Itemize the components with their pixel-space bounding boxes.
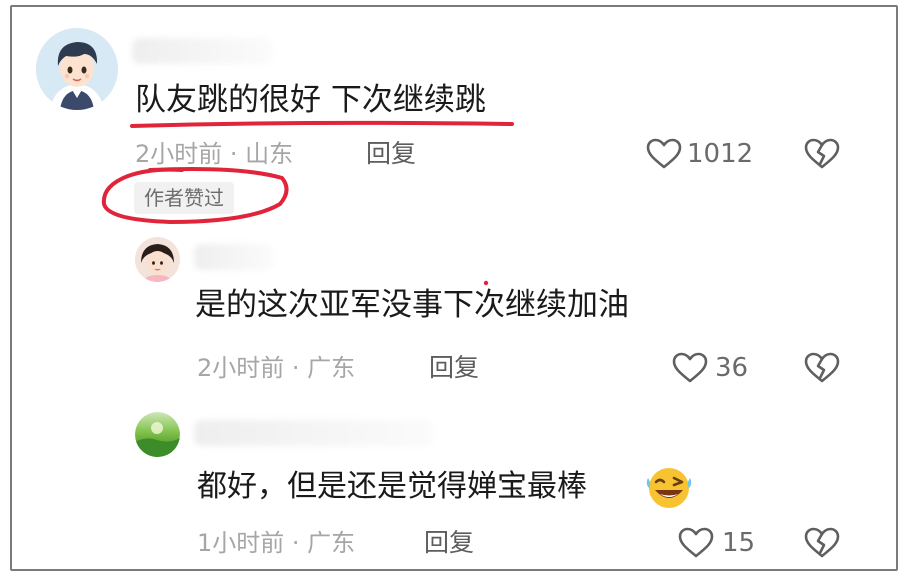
comment-time-location: 1小时前 · 广东 (197, 529, 356, 557)
like-count: 15 (722, 528, 756, 558)
laughing-wink-emoji-icon (644, 464, 694, 514)
like-count: 1012 (687, 139, 754, 169)
avatar[interactable] (135, 412, 180, 457)
reply-button[interactable]: 回复 (429, 352, 479, 384)
boy-avatar-icon (36, 28, 118, 110)
nature-avatar-icon (135, 412, 180, 457)
username-blurred[interactable] (194, 244, 274, 270)
username-blurred[interactable] (194, 420, 434, 446)
reply-button[interactable]: 回复 (366, 138, 416, 170)
like-count: 36 (715, 353, 749, 383)
comment-time-location: 2小时前 · 山东 (135, 140, 294, 168)
dislike-broken-heart-icon[interactable] (804, 527, 840, 563)
heart-icon[interactable] (678, 527, 714, 563)
dislike-broken-heart-icon[interactable] (804, 138, 840, 174)
heart-icon[interactable] (672, 352, 708, 388)
author-liked-badge: 作者赞过 (134, 182, 234, 214)
comment-text: 队友跳的很好 下次继续跳 (135, 82, 486, 118)
comment-text: 是的这次亚军没事下次继续加油 (195, 287, 629, 323)
heart-icon[interactable] (646, 138, 682, 174)
comment-text: 都好，但是还是觉得婵宝最棒 (197, 469, 587, 504)
girl-avatar-icon (135, 237, 180, 282)
avatar[interactable] (135, 237, 180, 282)
reply-button[interactable]: 回复 (424, 527, 474, 559)
comment-time-location: 2小时前 · 广东 (197, 354, 356, 382)
username-blurred[interactable] (132, 38, 272, 64)
avatar[interactable] (36, 28, 118, 110)
dislike-broken-heart-icon[interactable] (804, 352, 840, 388)
